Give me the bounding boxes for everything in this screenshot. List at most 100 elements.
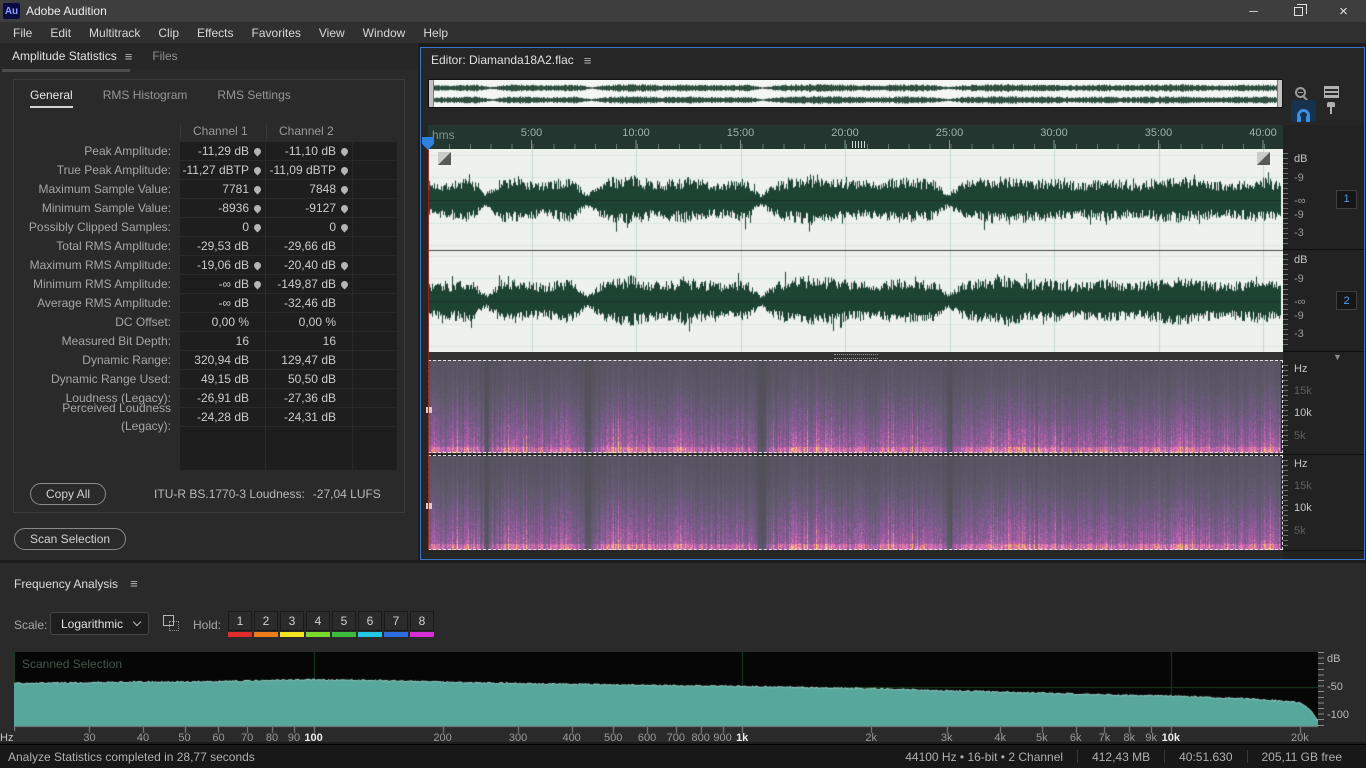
selection-handle-right[interactable] [1257, 152, 1270, 165]
push-pin-icon[interactable] [1327, 102, 1335, 114]
monitor-toggle[interactable] [1291, 100, 1316, 122]
sample-pin-icon[interactable] [249, 279, 265, 289]
headphones-icon [1297, 109, 1310, 122]
waveform-spectral-divider[interactable] [428, 352, 1283, 360]
overview-right-handle[interactable] [1277, 80, 1282, 107]
menu-item-help[interactable]: Help [414, 24, 457, 42]
hold-button-8[interactable]: 8 [410, 611, 434, 637]
panel-menu-icon[interactable]: ≡ [125, 49, 133, 64]
sample-pin-icon[interactable] [336, 279, 352, 289]
hold-color-bar [332, 632, 356, 637]
stat-value-ch1: -∞ dB [180, 294, 265, 312]
channel-badge-2[interactable]: 2 [1336, 291, 1357, 310]
menu-item-favorites[interactable]: Favorites [243, 24, 310, 42]
hold-button-label[interactable]: 1 [228, 611, 252, 631]
hold-button-2[interactable]: 2 [254, 611, 278, 637]
itu-loudness: ITU-R BS.1770-3 Loudness: -27,04 LUFS [154, 487, 381, 501]
hold-button-5[interactable]: 5 [332, 611, 356, 637]
menu-item-view[interactable]: View [310, 24, 354, 42]
freq-axis-label: 100 [304, 732, 323, 744]
sample-pin-icon[interactable] [249, 222, 265, 232]
freq-axis-label: 700 [666, 732, 685, 744]
sample-pin-icon[interactable] [249, 184, 265, 194]
stat-value-text: 49,15 dB [200, 372, 249, 386]
stat-blank-cell [353, 237, 397, 255]
menu-item-edit[interactable]: Edit [41, 24, 80, 42]
hold-button-label[interactable]: 3 [280, 611, 304, 631]
hold-button-label[interactable]: 5 [332, 611, 356, 631]
freq-axis-label: 5k [1035, 732, 1048, 744]
stat-row: Minimum RMS Amplitude: -∞ dB -149,87 dB [14, 275, 404, 293]
sample-pin-icon[interactable] [249, 146, 265, 156]
scan-selection-button[interactable]: Scan Selection [14, 528, 127, 550]
status-file-size: 412,43 MB [1092, 749, 1151, 764]
sample-pin-icon[interactable] [336, 165, 352, 175]
freq-axis-label: 7k [1098, 732, 1111, 744]
panel-menu-icon[interactable]: ≡ [130, 576, 138, 591]
menu-item-window[interactable]: Window [354, 24, 415, 42]
stat-blank-cell [353, 218, 397, 236]
hold-button-label[interactable]: 2 [254, 611, 278, 631]
sample-pin-icon[interactable] [336, 203, 352, 213]
menu-item-clip[interactable]: Clip [149, 24, 188, 42]
stat-value-ch2: -9127 [266, 199, 352, 217]
close-button[interactable]: × [1321, 0, 1366, 22]
hold-button-label[interactable]: 8 [410, 611, 434, 631]
freq-axis-label: 6k [1069, 732, 1082, 744]
stat-value-text: -∞ dB [218, 296, 249, 310]
timeline-major-ticks [531, 140, 1283, 149]
menu-item-effects[interactable]: Effects [188, 24, 242, 42]
stat-value-ch1: -∞ dB [180, 275, 265, 293]
hold-button-3[interactable]: 3 [280, 611, 304, 637]
stat-blank-cell [353, 313, 397, 331]
chevron-down-icon [132, 617, 142, 627]
sample-pin-icon[interactable] [336, 146, 352, 156]
hold-button-label[interactable]: 7 [384, 611, 408, 631]
file-overview-navigator[interactable] [428, 79, 1283, 108]
hold-button-6[interactable]: 6 [358, 611, 382, 637]
hold-button-label[interactable]: 6 [358, 611, 382, 631]
tab-amplitude-statistics[interactable]: Amplitude Statistics ≡ [0, 44, 140, 69]
channel-list-icon[interactable] [1324, 86, 1339, 98]
overview-waveform[interactable] [434, 80, 1277, 107]
stat-value-text: 7781 [222, 182, 249, 196]
selection-handle-left[interactable] [438, 152, 451, 165]
column-header-channel-1: Channel 1 [180, 124, 265, 141]
sample-pin-icon[interactable] [336, 222, 352, 232]
stat-row: Maximum Sample Value: 7781 7848 [14, 180, 404, 198]
subtab-rms-settings[interactable]: RMS Settings [217, 88, 290, 106]
panel-menu-icon[interactable]: ≡ [584, 53, 592, 68]
timeline-ruler[interactable]: hms 5:00 10:00 15:00 20:00 25:00 30:00 35:00 40… [428, 125, 1283, 149]
hold-button-label[interactable]: 4 [306, 611, 330, 631]
title-bar: Au Adobe Audition ─ × [0, 0, 1366, 22]
column-header-channel-2: Channel 2 [266, 124, 396, 141]
subtab-general[interactable]: General [30, 88, 73, 108]
editor-tab[interactable]: Editor: Diamanda18A2.flac ≡ [421, 48, 1364, 72]
subtab-rms-histogram[interactable]: RMS Histogram [103, 88, 188, 106]
scale-dropdown[interactable]: Logarithmic [50, 612, 149, 635]
sample-pin-icon[interactable] [249, 260, 265, 270]
hold-button-1[interactable]: 1 [228, 611, 252, 637]
collapse-arrow-icon[interactable]: ▼ [1333, 352, 1342, 362]
waveform-display[interactable] [428, 149, 1283, 352]
menu-item-multitrack[interactable]: Multitrack [80, 24, 149, 42]
stat-row: Dynamic Range: 320,94 dB 129,47 dB [14, 351, 404, 369]
sample-pin-icon[interactable] [249, 165, 265, 175]
scale-selected-value: Logarithmic [61, 616, 124, 631]
channel-badge-1[interactable]: 1 [1336, 189, 1357, 209]
sample-pin-icon[interactable] [249, 203, 265, 213]
sample-pin-icon[interactable] [336, 184, 352, 194]
sample-pin-icon[interactable] [336, 260, 352, 270]
minimize-button[interactable]: ─ [1231, 0, 1276, 22]
menu-item-file[interactable]: File [4, 24, 41, 42]
hold-button-4[interactable]: 4 [306, 611, 330, 637]
frequency-analysis-tab[interactable]: Frequency Analysis ≡ [14, 576, 138, 591]
zoom-out-icon[interactable] [1295, 86, 1306, 98]
status-format: 44100 Hz • 16-bit • 2 Channel [905, 749, 1064, 764]
restore-button[interactable] [1276, 0, 1321, 22]
tab-files[interactable]: Files [140, 44, 185, 68]
hold-button-7[interactable]: 7 [384, 611, 408, 637]
spectrogram-display[interactable] [428, 360, 1283, 550]
copy-all-button[interactable]: Copy All [30, 483, 107, 505]
copy-graph-icon[interactable] [163, 615, 179, 631]
